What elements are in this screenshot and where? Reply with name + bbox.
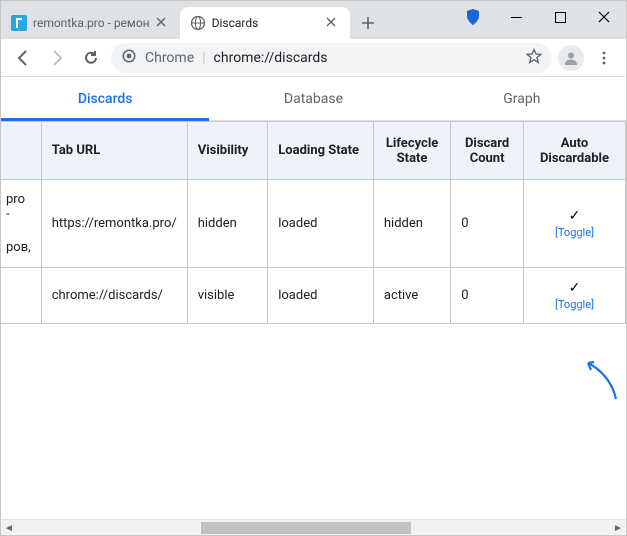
checkmark-icon: ✓ [569, 280, 581, 296]
tab-title: remontka.pro - ремон [33, 16, 150, 30]
content-area: Tab URL Visibility Loading State Lifecyc… [1, 121, 626, 519]
minimize-button[interactable] [494, 2, 538, 32]
col-header-truncated [1, 122, 41, 180]
favicon-globe-icon [190, 15, 206, 31]
checkmark-icon: ✓ [569, 208, 581, 224]
cell-lifecycle: hidden [373, 180, 450, 268]
col-header-lifecycle-state[interactable]: Lifecycle State [373, 122, 450, 180]
close-icon[interactable] [326, 16, 340, 30]
tab-discards[interactable]: Discards [1, 77, 209, 120]
forward-button[interactable] [43, 44, 71, 72]
toolbar: Chrome | chrome://discards [1, 39, 626, 77]
table-row: chrome://discards/ visible loaded active… [1, 268, 626, 324]
cell-visibility: hidden [187, 180, 268, 268]
scroll-viewport[interactable]: Tab URL Visibility Loading State Lifecyc… [1, 121, 626, 519]
cell-url: chrome://discards/ [41, 268, 187, 324]
cell-auto-discardable: ✓ [Toggle] [523, 180, 625, 268]
cell-truncated: pro - ров, [1, 180, 41, 268]
cell-loading: loaded [268, 180, 374, 268]
page-tab-bar: Discards Database Graph [1, 77, 626, 121]
tab-graph[interactable]: Graph [418, 77, 626, 120]
col-header-discard-count[interactable]: Discard Count [451, 122, 524, 180]
tab-title: Discards [212, 16, 320, 30]
close-window-button[interactable] [582, 2, 626, 32]
site-info-icon[interactable] [121, 48, 137, 68]
browser-tab-discards[interactable]: Discards [180, 7, 350, 39]
maximize-button[interactable] [538, 2, 582, 32]
table-row: pro - ров, https://remontka.pro/ hidden … [1, 180, 626, 268]
horizontal-scrollbar[interactable]: ◄ ► [1, 519, 626, 535]
browser-window: remontka.pro - ремон Discards [0, 0, 627, 536]
cell-discard-count: 0 [451, 180, 524, 268]
address-bar[interactable]: Chrome | chrome://discards [111, 43, 552, 73]
tab-database[interactable]: Database [209, 77, 417, 120]
cell-discard-count: 0 [451, 268, 524, 324]
scroll-right-arrow-icon[interactable]: ► [610, 520, 626, 536]
url-text: chrome://discards [214, 50, 518, 66]
bookmark-star-icon[interactable] [526, 48, 542, 68]
reload-button[interactable] [77, 44, 105, 72]
table-header-row: Tab URL Visibility Loading State Lifecyc… [1, 122, 626, 180]
profile-avatar[interactable] [558, 45, 584, 71]
col-header-visibility[interactable]: Visibility [187, 122, 268, 180]
kebab-menu-icon[interactable] [590, 44, 618, 72]
url-scheme-label: Chrome [145, 50, 194, 66]
browser-tab-remontka[interactable]: remontka.pro - ремон [1, 7, 180, 39]
close-icon[interactable] [156, 16, 170, 30]
url-separator: | [202, 50, 205, 66]
cell-loading: loaded [268, 268, 374, 324]
back-button[interactable] [9, 44, 37, 72]
new-tab-button[interactable] [354, 9, 382, 37]
cell-auto-discardable: ✓ [Toggle] [523, 268, 625, 324]
discards-table: Tab URL Visibility Loading State Lifecyc… [1, 121, 626, 324]
cell-url: https://remontka.pro/ [41, 180, 187, 268]
col-header-auto-discardable[interactable]: Auto Discardable [523, 122, 625, 180]
scrollbar-thumb[interactable] [201, 522, 411, 534]
cell-lifecycle: active [373, 268, 450, 324]
favicon-remontka [11, 15, 27, 31]
extension-shield-icon[interactable] [458, 2, 488, 32]
cell-truncated [1, 268, 41, 324]
tab-strip: remontka.pro - ремон Discards [1, 1, 626, 39]
col-header-tab-url[interactable]: Tab URL [41, 122, 187, 180]
toggle-link[interactable]: [Toggle] [555, 298, 594, 311]
col-header-loading-state[interactable]: Loading State [268, 122, 374, 180]
window-controls [458, 1, 626, 33]
toggle-link[interactable]: [Toggle] [555, 226, 594, 239]
scroll-left-arrow-icon[interactable]: ◄ [1, 520, 17, 536]
cell-visibility: visible [187, 268, 268, 324]
